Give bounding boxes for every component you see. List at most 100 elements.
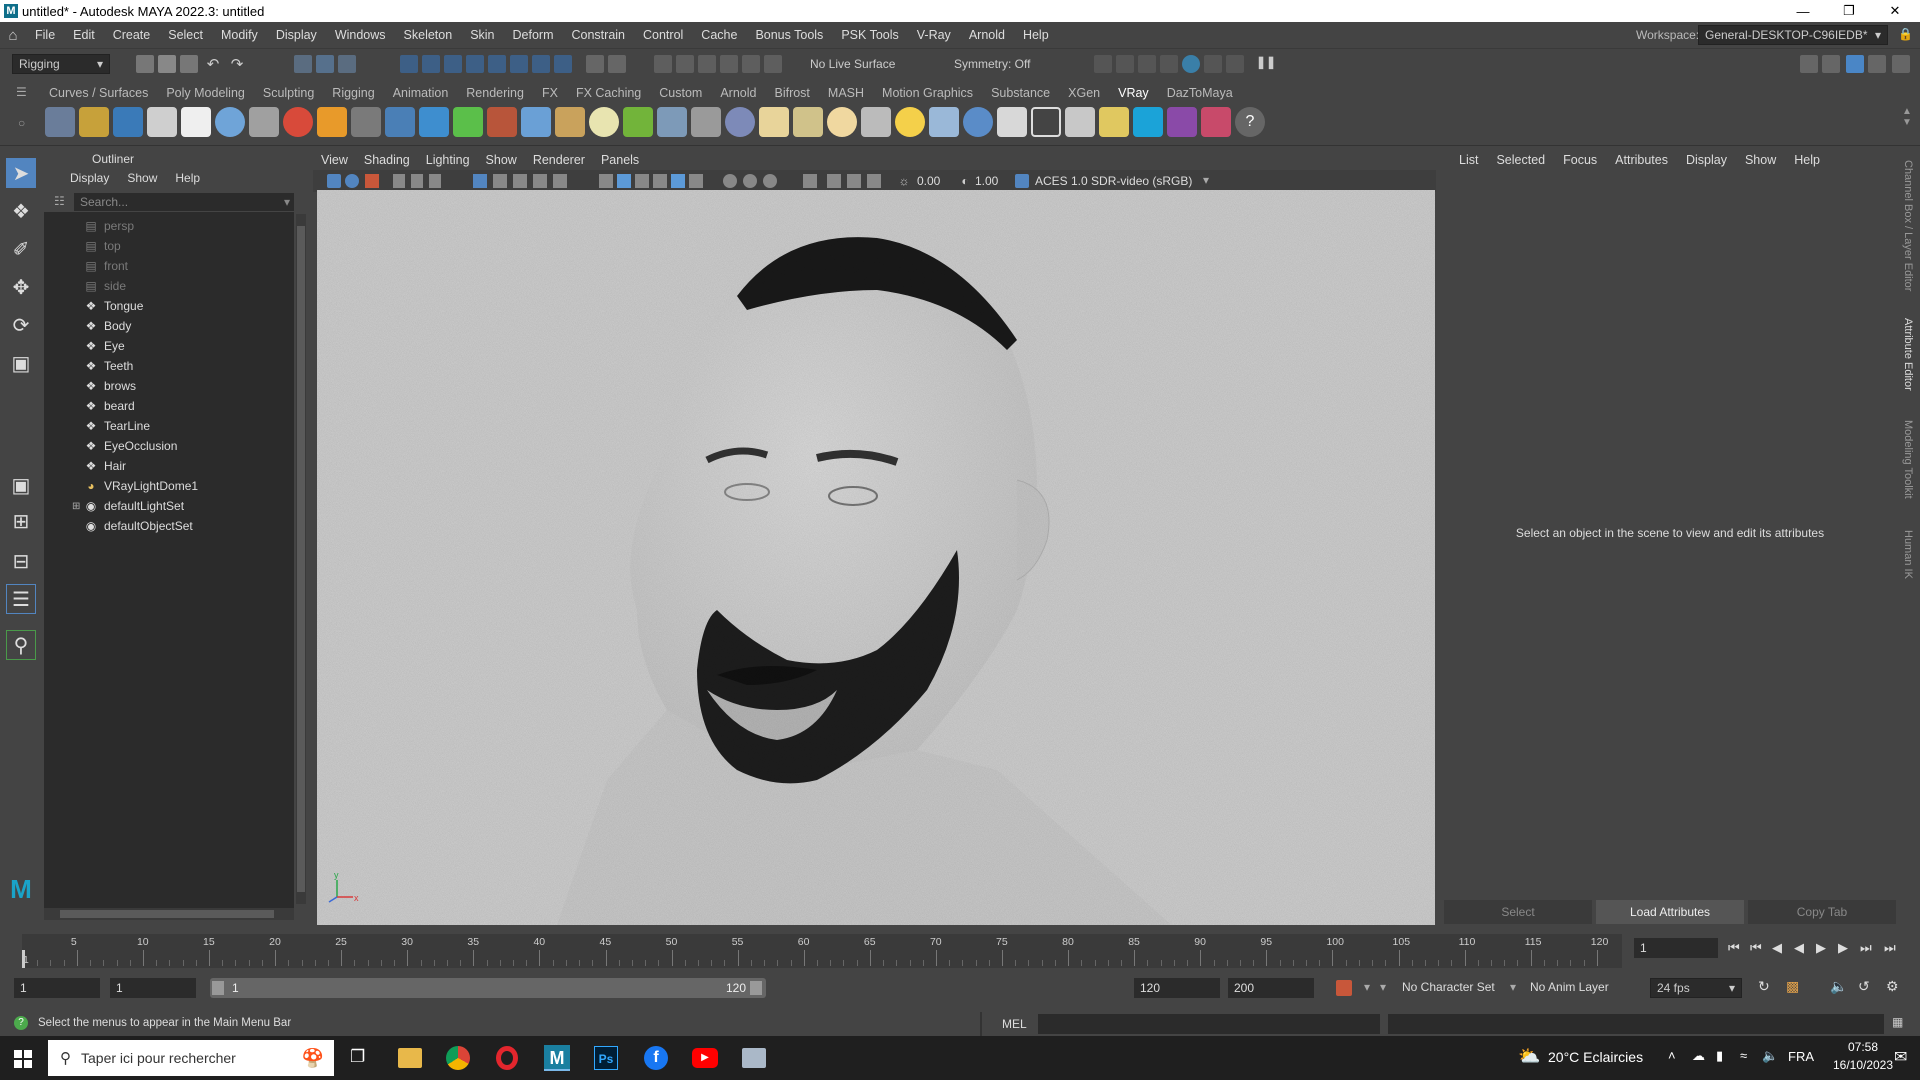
play-forwards-icon[interactable]: ▶ bbox=[1816, 940, 1826, 956]
attr-menu-show[interactable]: Show bbox=[1736, 153, 1785, 167]
attr-menu-list[interactable]: List bbox=[1450, 153, 1487, 167]
filter-icon[interactable]: ☷ bbox=[54, 194, 65, 208]
motion-blur-icon[interactable] bbox=[743, 174, 757, 188]
save-scene-icon[interactable] bbox=[180, 55, 198, 73]
outliner-layout-icon[interactable]: ☰ bbox=[6, 584, 36, 614]
shelf-options-icon[interactable]: ○ bbox=[18, 116, 25, 130]
anti-aliasing-icon[interactable] bbox=[763, 174, 777, 188]
single-view-icon[interactable]: ▣ bbox=[6, 470, 36, 500]
menu-psk-tools[interactable]: PSK Tools bbox=[832, 28, 907, 42]
two-view-icon[interactable]: ⊟ bbox=[6, 546, 36, 576]
animation-end-field[interactable]: 200 bbox=[1228, 978, 1314, 998]
playback-options-icon[interactable]: ▩ bbox=[1786, 978, 1799, 995]
scale-tool-icon[interactable]: ▣ bbox=[6, 348, 36, 378]
anim-layer-chevron-icon[interactable]: ▾ bbox=[1510, 980, 1516, 994]
gamma-value[interactable]: 1.00 bbox=[975, 174, 998, 188]
outliner-item-tongue[interactable]: ❖ Tongue bbox=[84, 296, 144, 316]
attr-menu-selected[interactable]: Selected bbox=[1487, 153, 1554, 167]
vray-proxy-icon[interactable] bbox=[385, 107, 415, 137]
photoshop-icon[interactable]: Ps bbox=[594, 1046, 618, 1070]
app-window-icon[interactable] bbox=[742, 1048, 766, 1068]
menu-create[interactable]: Create bbox=[104, 28, 160, 42]
menu-edit[interactable]: Edit bbox=[64, 28, 104, 42]
vray-env-ball-icon[interactable] bbox=[963, 107, 993, 137]
vray-curves-icon[interactable] bbox=[691, 107, 721, 137]
move-tool-icon[interactable]: ✥ bbox=[6, 272, 36, 302]
rotate-tool-icon[interactable]: ⟳ bbox=[6, 310, 36, 340]
shelf-tab-daztomaya[interactable]: DazToMaya bbox=[1158, 86, 1242, 100]
vray-color-icon[interactable] bbox=[1201, 107, 1231, 137]
shelf-tab-substance[interactable]: Substance bbox=[982, 86, 1059, 100]
use-all-lights-icon[interactable] bbox=[671, 174, 685, 188]
script-editor-icon[interactable]: ▦ bbox=[1892, 1015, 1903, 1029]
anim-layer-dropdown[interactable]: No Anim Layer bbox=[1530, 980, 1609, 994]
wireframe-icon[interactable] bbox=[599, 174, 613, 188]
anim-prefs-icon[interactable]: ↺ bbox=[1858, 978, 1870, 995]
task-view-icon[interactable]: ❐ bbox=[350, 1047, 365, 1067]
vray-fur-icon[interactable] bbox=[317, 107, 347, 137]
shelf-tab-fx-caching[interactable]: FX Caching bbox=[567, 86, 650, 100]
outliner-item-eye[interactable]: ❖ Eye bbox=[84, 336, 125, 356]
outliner-item-defaultlightset[interactable]: ⊞ ◉ defaultLightSet bbox=[72, 496, 184, 516]
animation-start-field[interactable]: 1 bbox=[14, 978, 100, 998]
vray-scatter-icon[interactable] bbox=[453, 107, 483, 137]
viewport-menu-lighting[interactable]: Lighting bbox=[418, 153, 478, 167]
channel-box-icon[interactable] bbox=[1868, 55, 1886, 73]
outliner-search-input[interactable]: Search... ▾ bbox=[74, 193, 294, 211]
vray-ipr-icon[interactable] bbox=[79, 107, 109, 137]
go-to-start-icon[interactable]: ⏮ bbox=[1728, 940, 1740, 956]
3d-viewport[interactable]: y x bbox=[317, 190, 1435, 925]
xray-joints-icon[interactable] bbox=[847, 174, 861, 188]
menu-help[interactable]: Help bbox=[1014, 28, 1058, 42]
tab-human-ik[interactable]: Human IK bbox=[1902, 530, 1914, 579]
menu-vray[interactable]: V-Ray bbox=[908, 28, 960, 42]
shadows-icon[interactable] bbox=[689, 174, 703, 188]
key-options-icon[interactable]: ▾ bbox=[1364, 980, 1370, 994]
maya-taskbar-icon[interactable]: M bbox=[544, 1045, 570, 1071]
range-end-handle[interactable] bbox=[750, 981, 762, 995]
language-indicator[interactable]: FRA bbox=[1788, 1049, 1814, 1064]
auto-key-icon[interactable] bbox=[1336, 980, 1352, 996]
fps-dropdown[interactable]: 24 fps ▾ bbox=[1650, 978, 1742, 998]
menu-select[interactable]: Select bbox=[159, 28, 212, 42]
four-view-icon[interactable]: ⊞ bbox=[6, 506, 36, 536]
light-editor-icon[interactable] bbox=[1226, 55, 1244, 73]
snap-misc-icon[interactable] bbox=[554, 55, 572, 73]
resolution-gate-icon[interactable] bbox=[513, 174, 527, 188]
help-icon[interactable]: ? bbox=[1235, 107, 1265, 137]
expand-icon[interactable]: ⊞ bbox=[72, 501, 84, 512]
construction-history-icon[interactable] bbox=[720, 55, 738, 73]
select-highlight-icon[interactable] bbox=[608, 55, 626, 73]
field-chart-icon[interactable] bbox=[553, 174, 567, 188]
lock-icon[interactable]: 🔒 bbox=[1898, 27, 1913, 41]
go-to-end-icon[interactable]: ⏭ bbox=[1884, 940, 1896, 956]
ipr-icon[interactable] bbox=[764, 55, 782, 73]
facebook-icon[interactable]: f bbox=[644, 1046, 668, 1070]
close-button[interactable]: ✕ bbox=[1872, 0, 1918, 22]
vray-sun-icon[interactable] bbox=[895, 107, 925, 137]
menu-skeleton[interactable]: Skeleton bbox=[395, 28, 462, 42]
menu-deform[interactable]: Deform bbox=[504, 28, 563, 42]
shelf-tab-bifrost[interactable]: Bifrost bbox=[765, 86, 818, 100]
attr-menu-focus[interactable]: Focus bbox=[1554, 153, 1606, 167]
notifications-icon[interactable]: ✉ bbox=[1894, 1047, 1907, 1067]
outliner-item-defaultobjectset[interactable]: ◉ defaultObjectSet bbox=[84, 516, 193, 536]
shelf-tab-arnold[interactable]: Arnold bbox=[711, 86, 765, 100]
color-space-dropdown[interactable]: ACES 1.0 SDR-video (sRGB) bbox=[1035, 174, 1192, 188]
chrome-icon[interactable] bbox=[446, 1046, 470, 1070]
attribute-editor-icon[interactable] bbox=[1822, 55, 1840, 73]
vray-material-icon[interactable] bbox=[215, 107, 245, 137]
vray-render-icon[interactable] bbox=[45, 107, 75, 137]
sound-icon[interactable]: 🔈 bbox=[1830, 978, 1847, 995]
paint-select-icon[interactable]: ✐ bbox=[6, 234, 36, 264]
outliner-item-brows[interactable]: ❖ brows bbox=[84, 376, 136, 396]
menu-control[interactable]: Control bbox=[634, 28, 692, 42]
vray-camera-icon[interactable] bbox=[249, 107, 279, 137]
character-set-dropdown[interactable]: No Character Set bbox=[1402, 980, 1495, 994]
bookmark-icon[interactable] bbox=[365, 174, 379, 188]
volume-icon[interactable]: 🔈 bbox=[1762, 1048, 1778, 1064]
minimize-button[interactable]: — bbox=[1780, 0, 1826, 22]
new-scene-icon[interactable] bbox=[136, 55, 154, 73]
select-tool-icon[interactable]: ➤ bbox=[6, 158, 36, 188]
textured-icon[interactable] bbox=[653, 174, 667, 188]
